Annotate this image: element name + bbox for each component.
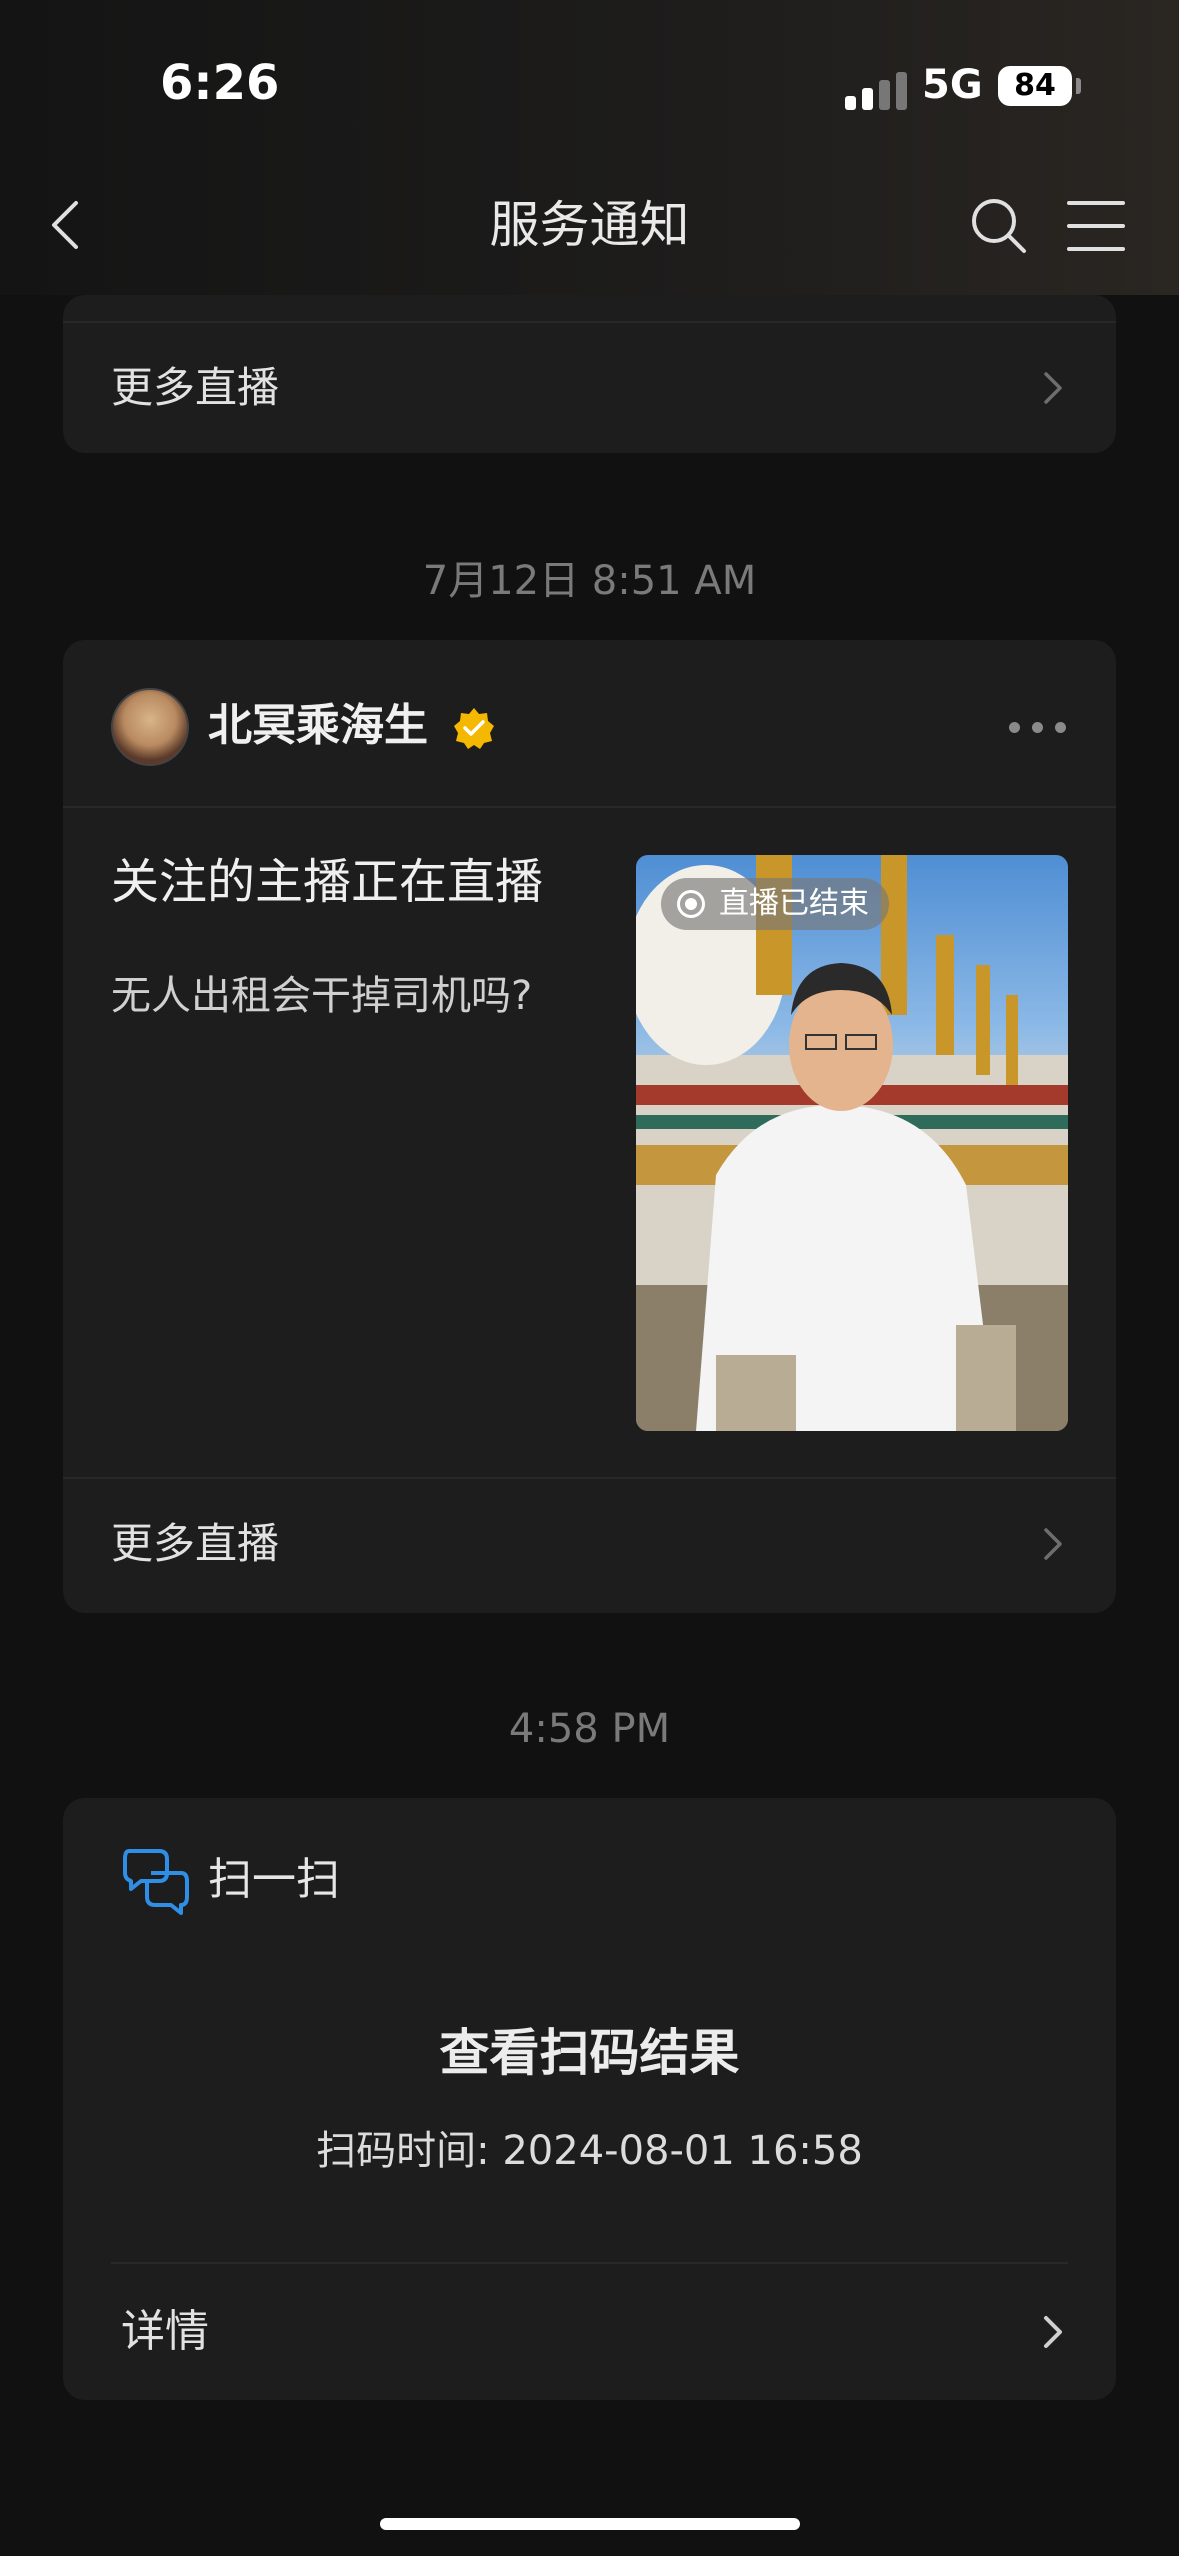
scan-result-card: 扫一扫 查看扫码结果 扫码时间: 2024-08-01 16:58 详情 [63,1798,1116,2400]
live-notification-card: 北冥乘海生 关注的主播正在直播 无人出租会干掉司机吗? 直播已结束 更多直播 [63,640,1116,1613]
scan-result-title: 查看扫码结果 [439,2024,740,2082]
live-ended-label: 直播已结束 [719,886,869,921]
live-status-icon [677,890,705,918]
search-button[interactable] [968,195,1030,257]
timestamp: 4:58 PM [508,1706,671,1752]
live-ended-badge: 直播已结束 [661,878,889,930]
chevron-right-icon [1044,1528,1062,1560]
scan-time: 扫码时间: 2024-08-01 16:58 [316,2128,863,2174]
author-name[interactable]: 北冥乘海生 [208,695,428,757]
scan-app-icon [123,1849,189,1915]
live-thumbnail[interactable]: 直播已结束 [636,855,1068,1431]
menu-icon [1067,201,1125,251]
timestamp: 7月12日 8:51 AM [422,558,757,604]
battery-cap [1076,78,1081,94]
cellular-signal-icon [845,70,907,110]
more-live-label: 更多直播 [111,1519,280,1568]
status-time: 6:26 [160,55,280,111]
chevron-right-icon [1044,372,1062,404]
more-live-link[interactable]: 更多直播 [63,1479,1116,1609]
network-type: 5G [922,62,983,108]
more-options-button[interactable] [1003,708,1073,748]
divider [63,806,1116,808]
battery-icon: 84 [998,66,1072,106]
details-link[interactable]: 详情 [63,2264,1116,2400]
scan-app-name: 扫一扫 [208,1854,340,1905]
thumbnail-image [636,855,1068,1431]
more-live-link[interactable]: 更多直播 [63,323,1116,453]
verified-badge-icon [454,708,494,749]
status-bar: 6:26 5G 84 [0,0,1179,170]
notification-title: 关注的主播正在直播 [111,854,544,910]
details-label: 详情 [121,2306,209,2357]
chevron-right-icon [1044,2316,1062,2348]
live-description: 无人出租会干掉司机吗? [111,973,533,1019]
home-indicator[interactable] [380,2518,800,2530]
more-live-label: 更多直播 [111,363,280,412]
search-icon [972,199,1026,253]
previous-live-card: 更多直播 [63,295,1116,453]
menu-button[interactable] [1065,195,1127,257]
avatar[interactable] [111,688,189,766]
